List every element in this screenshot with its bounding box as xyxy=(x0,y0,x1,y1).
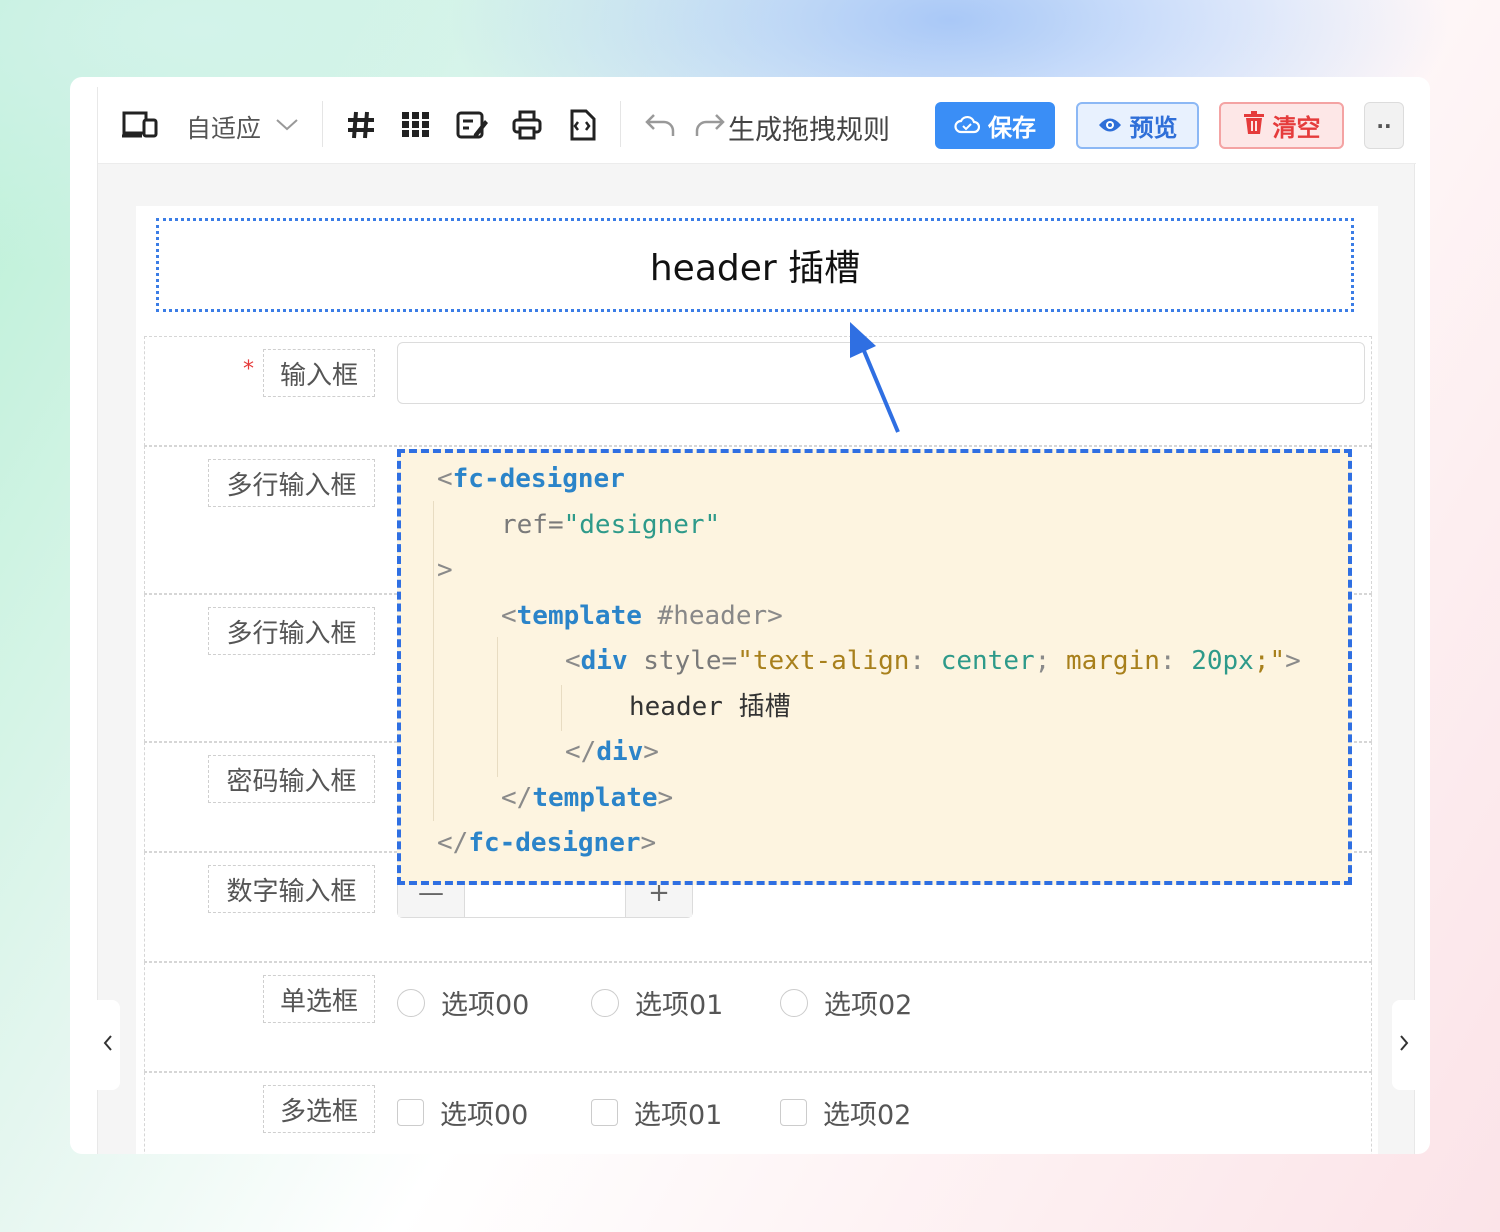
radio-button[interactable] xyxy=(591,988,619,1017)
checkbox-option[interactable]: 选项00 xyxy=(397,1093,528,1132)
toolbar: 自适应 生成拖拽规则 保存 预览 清空 ·· xyxy=(98,87,1416,164)
cloud-icon xyxy=(954,112,981,140)
option-label: 选项01 xyxy=(635,990,724,1021)
field-label: 输入框 xyxy=(263,349,375,397)
option-label: 选项02 xyxy=(823,1100,912,1131)
redo-icon[interactable] xyxy=(692,109,728,141)
header-slot: header 插槽 xyxy=(156,218,1354,312)
required-mark: * xyxy=(243,357,254,382)
checkbox[interactable] xyxy=(780,1099,807,1126)
code-line-2: ref="designer" xyxy=(501,510,721,540)
chevron-right-icon xyxy=(1398,1033,1410,1058)
indent-guide xyxy=(497,637,498,777)
radio-option[interactable]: 选项02 xyxy=(780,983,912,1022)
field-label: 多选框 xyxy=(263,1085,375,1133)
option-label: 选项00 xyxy=(441,990,530,1021)
json-file-icon[interactable] xyxy=(565,107,599,143)
radio-button[interactable] xyxy=(780,988,808,1017)
toolbar-divider xyxy=(620,101,621,147)
device-mode-select[interactable]: 自适应 xyxy=(186,109,261,145)
checkbox[interactable] xyxy=(397,1099,424,1126)
edit-note-icon[interactable] xyxy=(455,107,489,143)
code-line-5: <div style="text-align: center; margin: … xyxy=(565,646,1301,676)
code-line-9: </fc-designer> xyxy=(437,828,657,858)
field-label: 多行输入框 xyxy=(208,607,375,655)
save-label: 保存 xyxy=(988,114,1036,142)
code-line-1: <fc-designer xyxy=(437,464,625,494)
checkbox[interactable] xyxy=(591,1099,618,1126)
left-panel-toggle[interactable] xyxy=(96,1000,120,1090)
preview-label: 预览 xyxy=(1129,114,1178,142)
form-row-radio[interactable]: 单选框 选项00 选项01 选项02 xyxy=(144,962,1372,1072)
code-line-4: <template #header> xyxy=(501,601,783,631)
radio-option[interactable]: 选项01 xyxy=(591,983,723,1022)
option-label: 选项01 xyxy=(634,1100,723,1131)
toolbar-divider xyxy=(322,101,323,147)
radio-button[interactable] xyxy=(397,988,425,1017)
checkbox-option[interactable]: 选项02 xyxy=(780,1093,911,1132)
trash-icon xyxy=(1243,110,1265,141)
clear-label: 清空 xyxy=(1272,114,1321,142)
pointer-arrow-icon xyxy=(850,322,900,433)
undo-icon[interactable] xyxy=(642,109,678,141)
chevron-down-icon[interactable] xyxy=(273,113,301,137)
generate-rule-link[interactable]: 生成拖拽规则 xyxy=(728,108,890,147)
device-icon[interactable] xyxy=(122,109,158,141)
field-label: 多行输入框 xyxy=(208,459,375,507)
code-line-6: header 插槽 xyxy=(629,692,791,722)
form-row-checkbox[interactable]: 多选框 选项00 选项01 选项02 xyxy=(144,1072,1372,1154)
indent-guide xyxy=(561,685,562,731)
printer-icon[interactable] xyxy=(510,107,544,143)
field-label: 密码输入框 xyxy=(208,755,375,803)
option-label: 选项02 xyxy=(824,990,913,1021)
code-snippet-panel: <fc-designer ref="designer" > <template … xyxy=(397,449,1352,885)
code-line-3: > xyxy=(437,555,453,585)
save-button[interactable]: 保存 xyxy=(935,102,1055,149)
more-button[interactable]: ·· xyxy=(1364,102,1404,149)
code-line-8: </template> xyxy=(501,783,674,813)
grid-hash-icon[interactable] xyxy=(344,107,378,143)
radio-option[interactable]: 选项00 xyxy=(397,983,529,1022)
eye-icon xyxy=(1098,112,1122,140)
form-row-input[interactable]: * 输入框 xyxy=(144,336,1372,446)
checkbox-option[interactable]: 选项01 xyxy=(591,1093,722,1132)
preview-button[interactable]: 预览 xyxy=(1076,102,1199,149)
option-label: 选项00 xyxy=(440,1100,529,1131)
field-label: 单选框 xyxy=(263,975,375,1023)
clear-button[interactable]: 清空 xyxy=(1219,102,1344,149)
indent-guide xyxy=(433,501,434,821)
code-line-7: </div> xyxy=(565,737,659,767)
right-panel-toggle[interactable] xyxy=(1392,1000,1416,1090)
field-label: 数字输入框 xyxy=(208,865,375,913)
apps-grid-icon[interactable] xyxy=(399,107,433,143)
chevron-left-icon xyxy=(102,1033,114,1058)
